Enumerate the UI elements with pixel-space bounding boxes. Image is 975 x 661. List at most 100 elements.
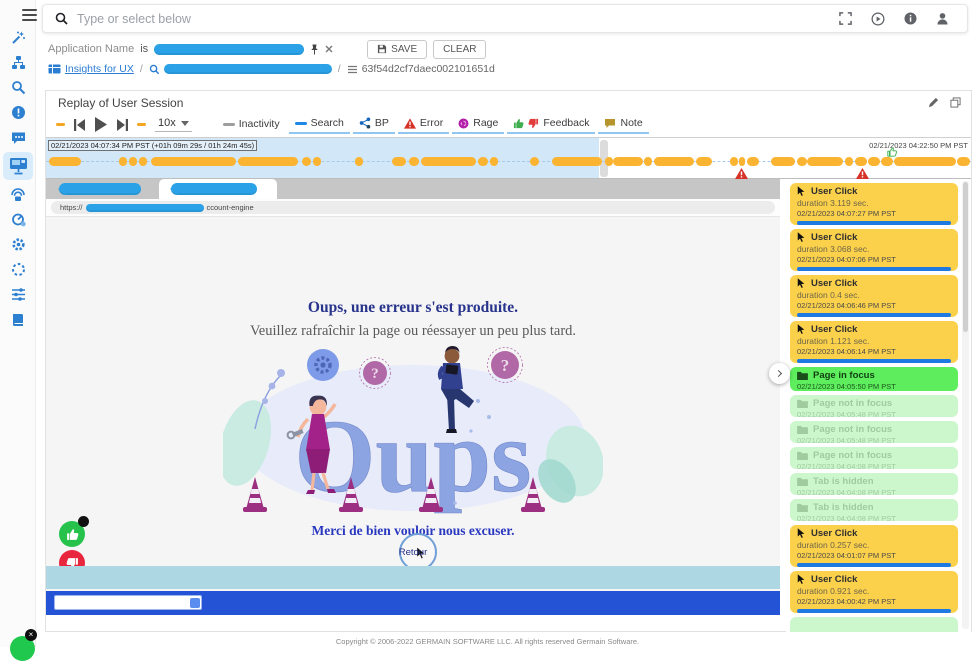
event-timestamp: 02/21/2023 04:05:50 PM PST — [797, 382, 951, 391]
event-card[interactable]: Page not in focus 02/21/2023 04:05:48 PM… — [790, 421, 958, 443]
breadcrumb-item-insights[interactable]: Insights for UX — [48, 63, 134, 75]
events-scrollbar[interactable] — [962, 181, 969, 629]
timeline-event-marker[interactable] — [747, 157, 759, 166]
event-card[interactable]: Page not in focus 02/21/2023 04:05:48 PM… — [790, 395, 958, 417]
scrollbar-thumb[interactable] — [963, 182, 968, 332]
event-card[interactable]: User Click duration 0.4 sec. 02/21/2023 … — [790, 275, 958, 317]
timeline-event-marker[interactable] — [490, 157, 498, 166]
event-card[interactable]: User Click duration 3.119 sec. 02/21/202… — [790, 183, 958, 225]
timeline-event-marker[interactable] — [654, 157, 694, 166]
menu-toggle-icon[interactable] — [22, 9, 37, 24]
legend-error-toggle[interactable]: Error — [398, 115, 449, 134]
timeline-event-marker[interactable] — [139, 157, 147, 166]
save-button[interactable]: SAVE — [367, 40, 427, 59]
nav-item-monitoring[interactable] — [5, 184, 31, 205]
speed-select[interactable]: 10x — [155, 117, 192, 132]
fullscreen-icon[interactable] — [839, 12, 852, 25]
fab-close-badge[interactable]: × — [25, 629, 37, 641]
skip-to-end-button[interactable] — [117, 119, 128, 131]
legend-feedback-toggle[interactable]: Feedback — [507, 115, 595, 134]
timeline-event-marker[interactable] — [845, 157, 853, 166]
nav-item-loading[interactable] — [5, 259, 31, 280]
nav-item-magic-wand[interactable] — [5, 27, 31, 48]
event-card[interactable]: User Click duration 1.121 sec. 02/21/202… — [790, 321, 958, 363]
event-card[interactable]: Page not in focus 02/21/2023 04:04:08 PM… — [790, 447, 958, 469]
gear-icon — [11, 237, 26, 252]
breadcrumb-item-redacted[interactable] — [149, 64, 332, 75]
event-card[interactable] — [790, 617, 958, 632]
event-card[interactable]: Page in focus 02/21/2023 04:05:50 PM PST — [790, 367, 958, 391]
play-circle-icon[interactable] — [871, 12, 885, 26]
pin-icon[interactable] — [310, 44, 319, 55]
global-search-input[interactable] — [77, 12, 839, 26]
play-button[interactable] — [94, 117, 108, 132]
timeline-event-marker[interactable] — [868, 157, 880, 166]
user-icon[interactable] — [936, 12, 949, 25]
nav-item-alerts[interactable] — [5, 102, 31, 123]
timeline-event-marker[interactable] — [421, 157, 476, 166]
event-card[interactable]: Tab is hidden 02/21/2023 04:04:08 PM PST — [790, 499, 958, 521]
event-duration: duration 3.068 sec. — [797, 244, 951, 254]
redacted-filter-value — [154, 44, 304, 55]
timeline-event-marker[interactable] — [49, 157, 81, 166]
nav-item-chat[interactable] — [5, 127, 31, 148]
left-sidebar — [0, 0, 36, 647]
nav-item-search[interactable] — [5, 77, 31, 98]
edit-icon[interactable] — [928, 97, 939, 108]
timeline-event-marker[interactable] — [807, 157, 843, 166]
timeline-event-marker[interactable] — [613, 157, 643, 166]
timeline-event-marker[interactable] — [644, 157, 652, 166]
nav-item-automation[interactable] — [5, 209, 31, 230]
timeline-event-marker[interactable] — [355, 157, 363, 166]
nav-item-documentation[interactable] — [5, 309, 31, 330]
redacted-breadcrumb-value — [164, 64, 332, 74]
url-prefix: https:// — [60, 202, 83, 214]
legend-bp-toggle[interactable]: BP — [353, 115, 395, 134]
legend-search-toggle[interactable]: Search — [289, 115, 350, 134]
window-icon[interactable] — [950, 97, 961, 108]
zoom-in-timeline-button[interactable] — [137, 123, 146, 126]
timeline-event-marker[interactable] — [696, 157, 712, 166]
thumb-down-icon — [528, 118, 539, 129]
timeline-event-marker[interactable] — [855, 157, 867, 166]
nav-item-topology[interactable] — [5, 52, 31, 73]
timeline-event-marker[interactable] — [530, 157, 539, 166]
collapse-panel-button[interactable] — [769, 363, 790, 384]
skip-to-start-button[interactable] — [74, 119, 85, 131]
legend-note-toggle[interactable]: Note — [598, 115, 648, 134]
timeline-feedback-icon[interactable] — [887, 144, 897, 162]
timeline-event-marker[interactable] — [392, 157, 406, 166]
breadcrumb-separator: / — [140, 63, 143, 75]
clear-button[interactable]: CLEAR — [433, 40, 486, 59]
legend-rage-toggle[interactable]: Rage — [452, 115, 504, 134]
zoom-out-timeline-button[interactable] — [56, 123, 65, 126]
timeline-event-marker[interactable] — [151, 157, 236, 166]
info-icon[interactable] — [904, 12, 917, 25]
nav-item-filters[interactable] — [5, 284, 31, 305]
timeline-event-marker[interactable] — [238, 157, 298, 166]
timeline-event-marker[interactable] — [552, 157, 602, 166]
filter-bar: Application Name is SAVE CLEAR — [48, 40, 486, 58]
timeline-event-marker[interactable] — [119, 157, 127, 166]
remove-filter-icon[interactable] — [325, 45, 333, 53]
timeline-event-marker[interactable] — [739, 157, 745, 166]
timeline-event-marker[interactable] — [605, 157, 613, 166]
timeline-event-marker[interactable] — [730, 157, 738, 166]
list-icon — [347, 65, 358, 74]
event-title: Tab is hidden — [813, 476, 874, 487]
event-card[interactable]: User Click duration 0.921 sec. 02/21/202… — [790, 571, 958, 613]
timeline-event-marker[interactable] — [797, 157, 807, 166]
event-card[interactable]: User Click duration 0.257 sec. 02/21/202… — [790, 525, 958, 567]
event-card[interactable]: Tab is hidden 02/21/2023 04:04:08 PM PST — [790, 473, 958, 495]
event-card[interactable]: User Click duration 3.068 sec. 02/21/202… — [790, 229, 958, 271]
oups-illustration: ? ? Oups — [223, 343, 603, 519]
footer-copyright: Copyright © 2006-2022 GERMAIN SOFTWARE L… — [0, 637, 975, 646]
timeline-event-marker[interactable] — [478, 157, 488, 166]
timeline-event-marker[interactable] — [957, 157, 970, 166]
timeline-event-marker[interactable] — [771, 157, 795, 166]
timeline-scrubber[interactable]: 02/21/2023 04:07:34 PM PST (+01h 09m 29s… — [46, 137, 971, 179]
timeline-event-marker[interactable] — [409, 157, 419, 166]
nav-item-settings[interactable] — [5, 234, 31, 255]
timeline-event-marker[interactable] — [894, 157, 956, 166]
nav-item-session-replay[interactable] — [3, 152, 33, 180]
